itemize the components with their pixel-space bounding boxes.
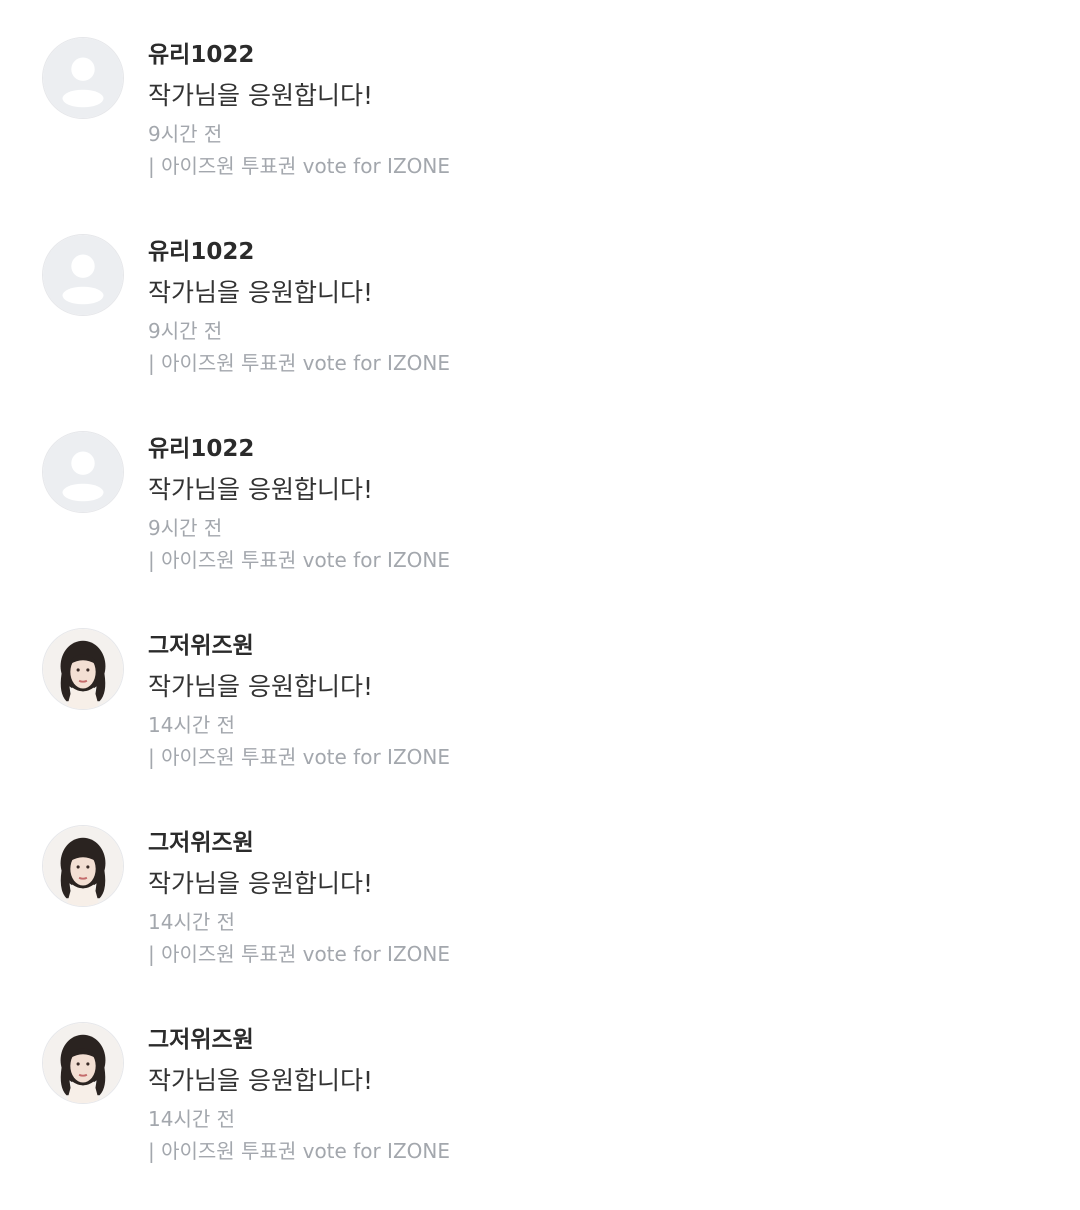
comment-item: 그저위즈원 작가님을 응원합니다! 14시간 전 | 아이즈원 투표권 vote…	[0, 591, 1080, 771]
comment-item: 유리1022 작가님을 응원합니다! 9시간 전 | 아이즈원 투표권 vote…	[0, 394, 1080, 574]
comment-message: 작가님을 응원합니다!	[148, 81, 373, 110]
comment-episode-link[interactable]: | 아이즈원 투표권 vote for IZONE	[148, 349, 450, 377]
comment-author[interactable]: 그저위즈원	[148, 631, 254, 661]
comment-episode-link[interactable]: | 아이즈원 투표권 vote for IZONE	[148, 152, 450, 180]
comment-author[interactable]: 유리1022	[148, 40, 254, 70]
comment-message: 작가님을 응원합니다!	[148, 278, 373, 307]
comment-author[interactable]: 그저위즈원	[148, 1025, 254, 1055]
comment-time: 14시간 전	[148, 713, 236, 737]
comment-episode-link[interactable]: | 아이즈원 투표권 vote for IZONE	[148, 743, 450, 771]
profile-photo[interactable]	[42, 1022, 124, 1104]
default-user-icon[interactable]	[42, 431, 124, 513]
comment-episode-link[interactable]: | 아이즈원 투표권 vote for IZONE	[148, 546, 450, 574]
comment-item: 유리1022 작가님을 응원합니다! 9시간 전 | 아이즈원 투표권 vote…	[0, 197, 1080, 377]
comment-author[interactable]: 유리1022	[148, 237, 254, 267]
comment-time: 14시간 전	[148, 1107, 236, 1131]
profile-photo[interactable]	[42, 825, 124, 907]
profile-photo[interactable]	[42, 628, 124, 710]
comment-list: 유리1022 작가님을 응원합니다! 9시간 전 | 아이즈원 투표권 vote…	[0, 0, 1080, 1210]
comment-message: 작가님을 응원합니다!	[148, 869, 373, 898]
comment-message: 작가님을 응원합니다!	[148, 1066, 373, 1095]
comment-time: 14시간 전	[148, 910, 236, 934]
comment-author[interactable]: 유리1022	[148, 434, 254, 464]
comment-message: 작가님을 응원합니다!	[148, 475, 373, 504]
comment-episode-link[interactable]: | 아이즈원 투표권 vote for IZONE	[148, 940, 450, 968]
comment-time: 9시간 전	[148, 516, 223, 540]
comment-item: 유리1022 작가님을 응원합니다! 9시간 전 | 아이즈원 투표권 vote…	[0, 0, 1080, 180]
comment-item: 그저위즈원 작가님을 응원합니다! 14시간 전 | 아이즈원 투표권 vote…	[0, 788, 1080, 968]
comment-message: 작가님을 응원합니다!	[148, 672, 373, 701]
comment-author[interactable]: 그저위즈원	[148, 828, 254, 858]
comment-item: 그저위즈원 작가님을 응원합니다! 14시간 전 | 아이즈원 투표권 vote…	[0, 985, 1080, 1165]
comment-time: 9시간 전	[148, 319, 223, 343]
comment-time: 9시간 전	[148, 122, 223, 146]
default-user-icon[interactable]	[42, 37, 124, 119]
comment-episode-link[interactable]: | 아이즈원 투표권 vote for IZONE	[148, 1137, 450, 1165]
default-user-icon[interactable]	[42, 234, 124, 316]
